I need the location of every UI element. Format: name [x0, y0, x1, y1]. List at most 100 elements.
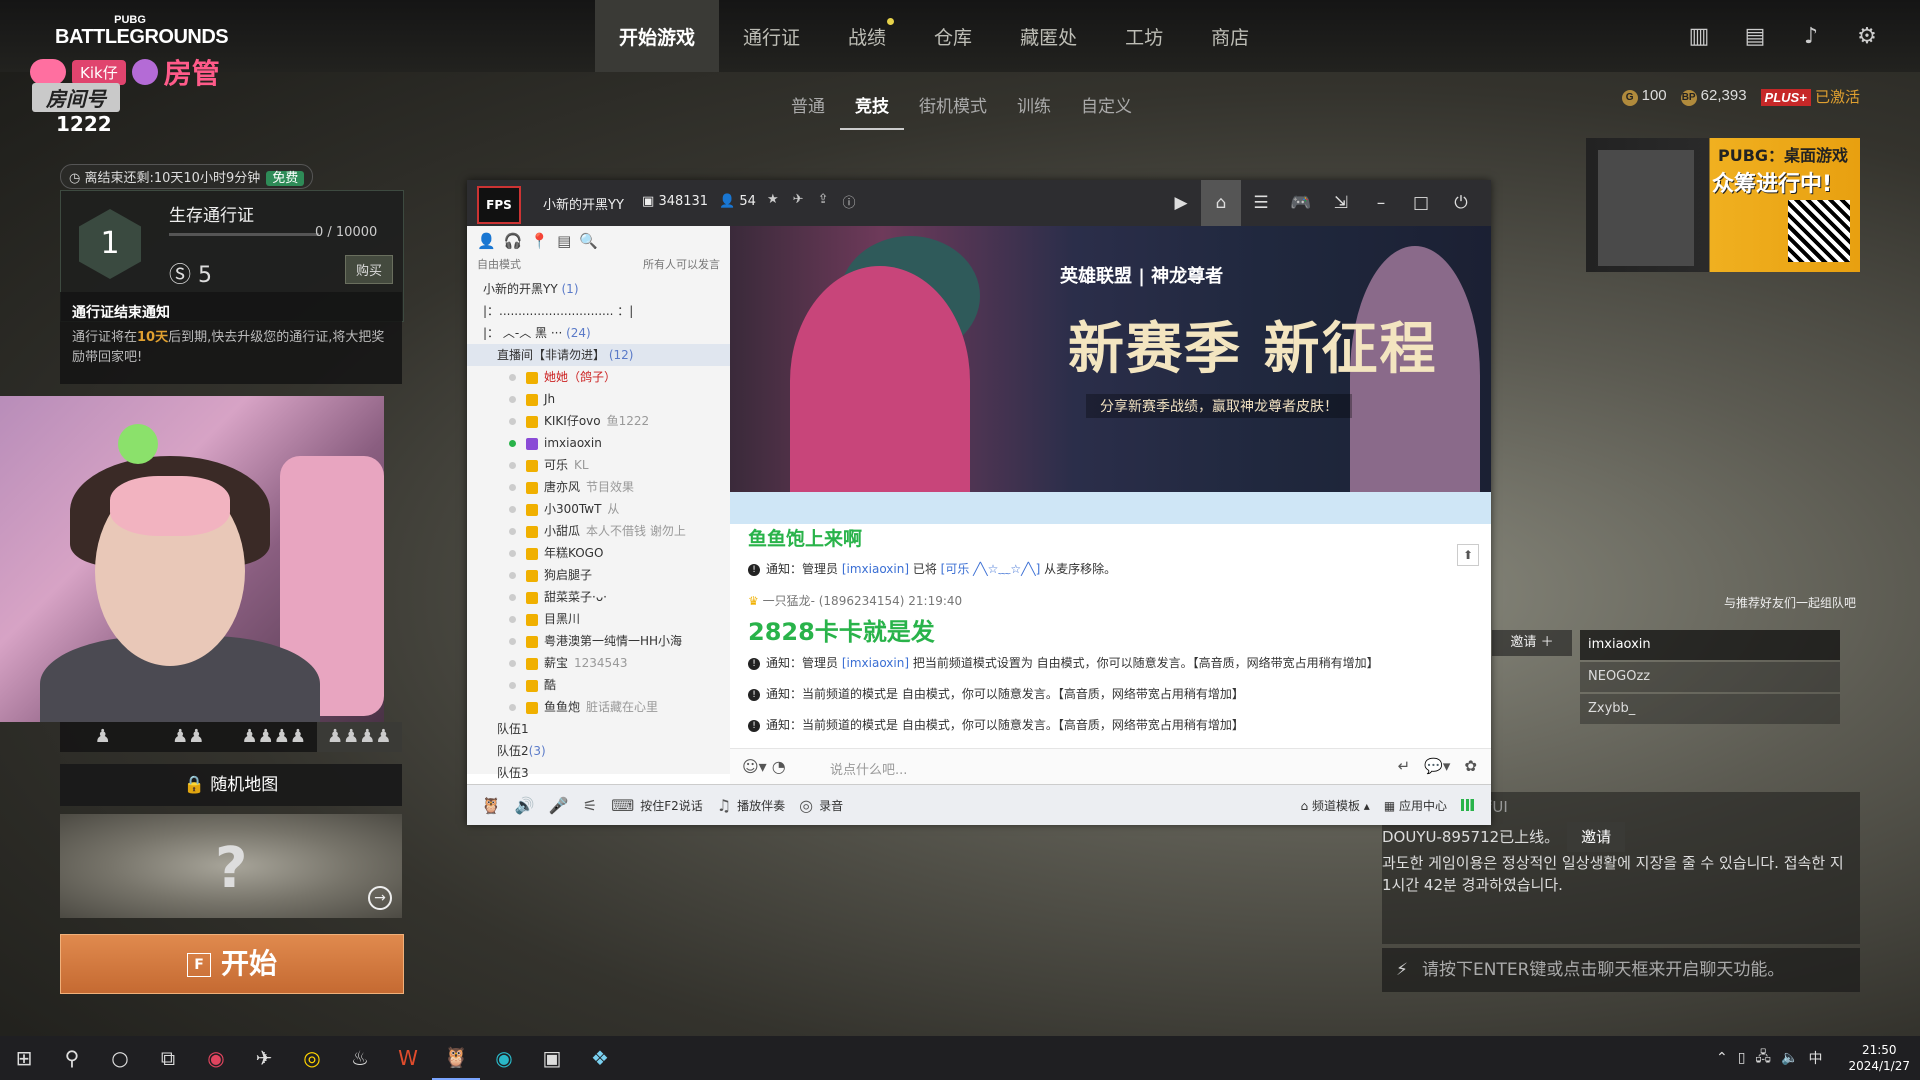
chat-user-link[interactable]: [可乐 ╱╲☆﹏☆╱╲] [941, 562, 1041, 576]
start-button[interactable]: F 开始 [60, 934, 404, 994]
member-row[interactable]: 小300TwT 从 [467, 498, 730, 520]
member-row[interactable]: 可乐 KL [467, 454, 730, 476]
speaker-button[interactable]: 🔊 [515, 796, 535, 815]
app-icon[interactable]: ❖ [576, 1036, 624, 1080]
edge-icon[interactable]: ◉ [480, 1036, 528, 1080]
maximize-icon[interactable]: □ [1401, 193, 1441, 213]
chat-admin-link[interactable]: [imxiaoxin] [842, 656, 909, 670]
clock[interactable]: 21:50 2024/1/27 [1848, 1042, 1910, 1074]
member-row[interactable]: 甜菜菜子·ᴗ· [467, 586, 730, 608]
tree-row[interactable]: |： ︿-︿ 黑 ··· (24) [467, 322, 730, 344]
member-row[interactable]: 狗启腿子 [467, 564, 730, 586]
chevron-up-icon[interactable]: ⌃ [1716, 1050, 1728, 1066]
subnav-training[interactable]: 训练 [1002, 92, 1066, 128]
lol-banner[interactable]: 英雄联盟 | 神龙尊者 新赛季 新征程 分享新赛季战绩，赢取神龙尊者皮肤！ [730, 226, 1491, 492]
mic-button[interactable]: 🎤 [549, 796, 569, 815]
chat-admin-link[interactable]: [imxiaoxin] [842, 562, 909, 576]
push-to-talk-button[interactable]: ⌨ 按住F2说话 [611, 796, 703, 815]
pubg-icon[interactable]: ▣ [528, 1036, 576, 1080]
collapse-icon[interactable]: ⇲ [1321, 193, 1361, 213]
member-row[interactable]: 酷 [467, 674, 730, 696]
record-button[interactable]: ◎ 录音 [799, 796, 843, 815]
nav-start-game[interactable]: 开始游戏 [595, 0, 720, 72]
member-row[interactable]: 年糕KOGO [467, 542, 730, 564]
mode-dropdown[interactable]: 自由模式 [477, 256, 521, 276]
member-row[interactable]: 目黑川 [467, 608, 730, 630]
nav-stash[interactable]: 藏匿处 [996, 0, 1101, 72]
taskview-icon[interactable]: ⧉ [144, 1036, 192, 1080]
random-map-button[interactable]: 🔒 随机地图 [60, 764, 402, 806]
subnav-custom[interactable]: 自定义 [1066, 92, 1147, 128]
headset-icon[interactable]: 🎧 [504, 232, 523, 250]
squad-option-1[interactable]: ♟ [60, 722, 146, 752]
info-icon[interactable]: ⓘ [842, 192, 855, 211]
tree-row[interactable]: 小新的开黑YY (1) [467, 278, 730, 300]
yy-icon[interactable]: 🦉 [432, 1036, 480, 1080]
nav-career[interactable]: 战绩 [824, 0, 910, 72]
plus-status[interactable]: PLUS+ 已激活 [1760, 86, 1860, 107]
chat-invite-button[interactable]: 邀请 [1567, 822, 1626, 852]
subnav-normal[interactable]: 普通 [776, 92, 840, 128]
volume-icon[interactable]: 🔈 [1781, 1050, 1798, 1066]
power-icon[interactable]: ⏻ [1441, 193, 1481, 213]
party-member[interactable]: imxiaoxin [1580, 630, 1840, 660]
bell-icon[interactable]: ♪ [1798, 24, 1824, 50]
music-button[interactable]: ♫ 播放伴奏 [717, 796, 785, 815]
cortana-icon[interactable]: ○ [96, 1036, 144, 1080]
member-row[interactable]: Jh [467, 388, 730, 410]
squad-option-4[interactable]: ♟♟♟♟ [231, 722, 317, 752]
party-member[interactable]: NEOGOzz [1580, 662, 1840, 692]
tree-row[interactable]: |：.............................. ：| [467, 300, 730, 322]
ime-indicator[interactable]: 中 [1808, 1048, 1822, 1068]
nav-inventory[interactable]: 仓库 [910, 0, 996, 72]
nav-store[interactable]: 商店 [1187, 0, 1273, 72]
network-icon[interactable]: 🖧 [1755, 1046, 1771, 1070]
user-icon[interactable]: 👤 [477, 232, 496, 250]
share-icon[interactable]: ⇪ [818, 192, 829, 211]
wps-icon[interactable]: W [384, 1036, 432, 1080]
channel-template-button[interactable]: ⌂ 频道模板 ▴ [1301, 797, 1370, 814]
invite-button[interactable]: 邀请 ＋ [1492, 630, 1572, 656]
search-icon[interactable]: ⚲ [48, 1036, 96, 1080]
nav-pass[interactable]: 通行证 [719, 0, 824, 72]
steam-icon[interactable]: ♨ [336, 1036, 384, 1080]
member-row[interactable]: 粤港澳第一纯情一HH小海 [467, 630, 730, 652]
bubble-icon[interactable]: 💬▾ [1424, 757, 1450, 775]
mixer-button[interactable]: ⚟ [583, 796, 597, 815]
channel-name[interactable]: 小新的开黑YY [543, 194, 624, 213]
game-chat-input[interactable]: ⚡ 请按下ENTER键或点击聊天框来开启聊天功能。 [1382, 948, 1860, 992]
windows-icon[interactable]: ⊞ [0, 1036, 48, 1080]
star-icon[interactable]: ★ [767, 192, 779, 211]
obs-icon[interactable]: ◎ [288, 1036, 336, 1080]
feishu-icon[interactable]: ✈ [240, 1036, 288, 1080]
netease-icon[interactable]: ◉ [192, 1036, 240, 1080]
member-row[interactable]: 唐亦风 节目效果 [467, 476, 730, 498]
buy-button[interactable]: 购买 [344, 255, 393, 284]
subnav-arcade[interactable]: 街机模式 [904, 92, 1002, 128]
gamepad-icon[interactable]: 🎮 [1281, 193, 1321, 213]
subnav-ranked[interactable]: 竞技 [840, 92, 904, 130]
member-row[interactable]: 鱼鱼炮 脏话藏在心里 [467, 696, 730, 718]
minimize-icon[interactable]: – [1361, 193, 1401, 213]
member-row[interactable]: imxiaoxin [467, 432, 730, 454]
tree-row[interactable]: 队伍1 [467, 718, 730, 740]
flower-icon[interactable]: ✿ [1464, 757, 1477, 775]
avatar-button[interactable]: 🦉 [481, 796, 501, 815]
member-row[interactable]: KIKI仔ovo 鱼1222 [467, 410, 730, 432]
arrow-right-icon[interactable]: → [368, 886, 392, 910]
video-icon[interactable]: ▶ [1161, 193, 1201, 213]
member-row[interactable]: 她她（鸽子） [467, 366, 730, 388]
scroll-up-icon[interactable]: ⬆ [1457, 544, 1479, 566]
member-row[interactable]: 薪宝 1234543 [467, 652, 730, 674]
yy-chat-input[interactable]: ☺▾ ◔ 说点什么吧... ↵ 💬▾ ✿ [730, 748, 1491, 785]
search-icon[interactable]: 🔍 [579, 232, 598, 250]
gear-icon[interactable]: ⚙ [1854, 24, 1880, 50]
tree-row[interactable]: 队伍2(3) [467, 740, 730, 762]
nav-workshop[interactable]: 工坊 [1101, 0, 1187, 72]
squad-option-selected[interactable]: ♟♟♟♟ [316, 722, 402, 752]
usb-icon[interactable]: ▯ [1738, 1050, 1746, 1066]
party-member[interactable]: Zxybb_ [1580, 694, 1840, 724]
location-icon[interactable]: 📍 [530, 232, 549, 250]
map-preview[interactable]: ? → [60, 814, 402, 918]
app-center-button[interactable]: ▦ 应用中心 [1384, 797, 1447, 814]
